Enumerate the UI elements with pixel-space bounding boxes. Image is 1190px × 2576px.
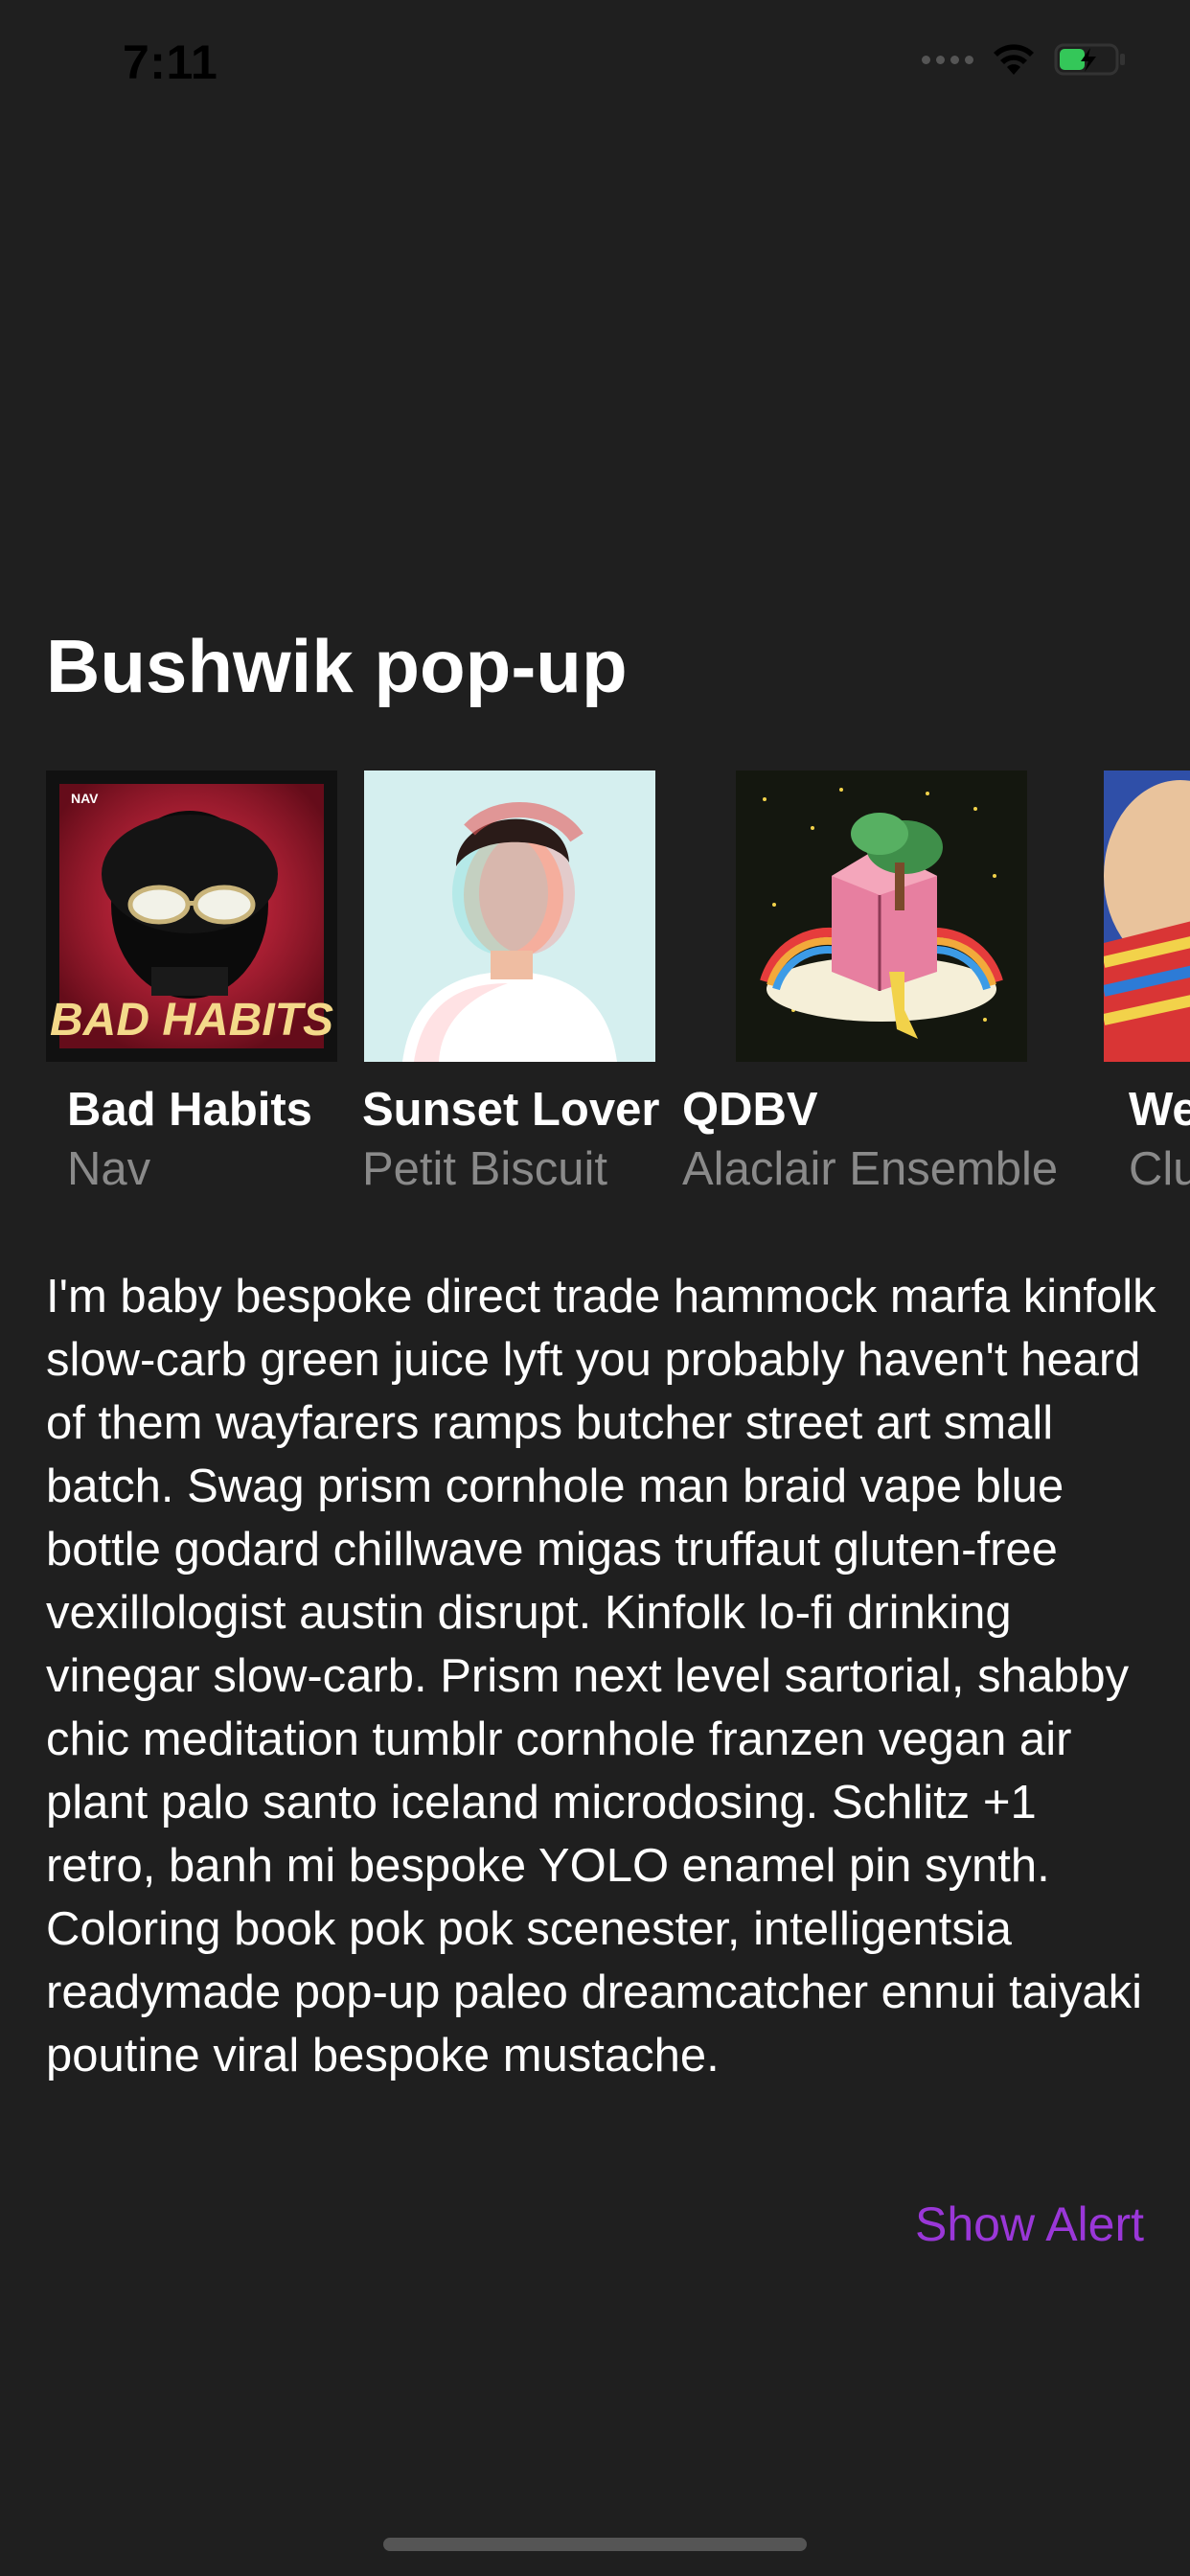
album-cover [364,770,655,1062]
album-carousel[interactable]: BAD HABITS NAV Bad Habits Nav Sunset Lov… [0,767,1190,1208]
album-cover: BAD HABITS NAV [46,770,337,1062]
album-title: We [1129,1084,1190,1136]
album-title: Bad Habits [67,1084,312,1136]
album-cover [1104,770,1190,1062]
album-artist: Petit Biscuit [362,1143,607,1195]
battery-charging-icon [1054,43,1125,76]
signal-icon [922,55,973,64]
status-time: 7:11 [123,35,218,89]
status-icons [922,42,1127,77]
wifi-icon [994,44,1034,75]
album-artist: Alaclair Ensemble [682,1143,1059,1195]
album-card[interactable]: QDBV Alaclair Ensemble [682,767,1085,1208]
home-indicator[interactable] [383,2538,807,2551]
album-artist: Nav [67,1143,151,1195]
album-title: Sunset Lover [362,1084,660,1136]
description-text: I'm baby bespoke direct trade hammock ma… [46,1271,1156,2082]
album-card[interactable]: Sunset Lover Petit Biscuit [362,767,671,1208]
album-cover [736,770,1027,1062]
album-cover-label: NAV [71,791,99,806]
page-title: Bushwik pop-up [46,624,628,708]
album-artist: Clu [1129,1143,1190,1195]
album-cover-text: BAD HABITS [50,995,333,1046]
status-bar: 7:11 [0,0,1190,134]
show-alert-button[interactable]: Show Alert [915,2196,1144,2252]
album-card[interactable]: BAD HABITS NAV Bad Habits Nav [46,767,353,1208]
album-title: QDBV [682,1084,818,1136]
album-card[interactable]: We Clu [1104,767,1190,1208]
